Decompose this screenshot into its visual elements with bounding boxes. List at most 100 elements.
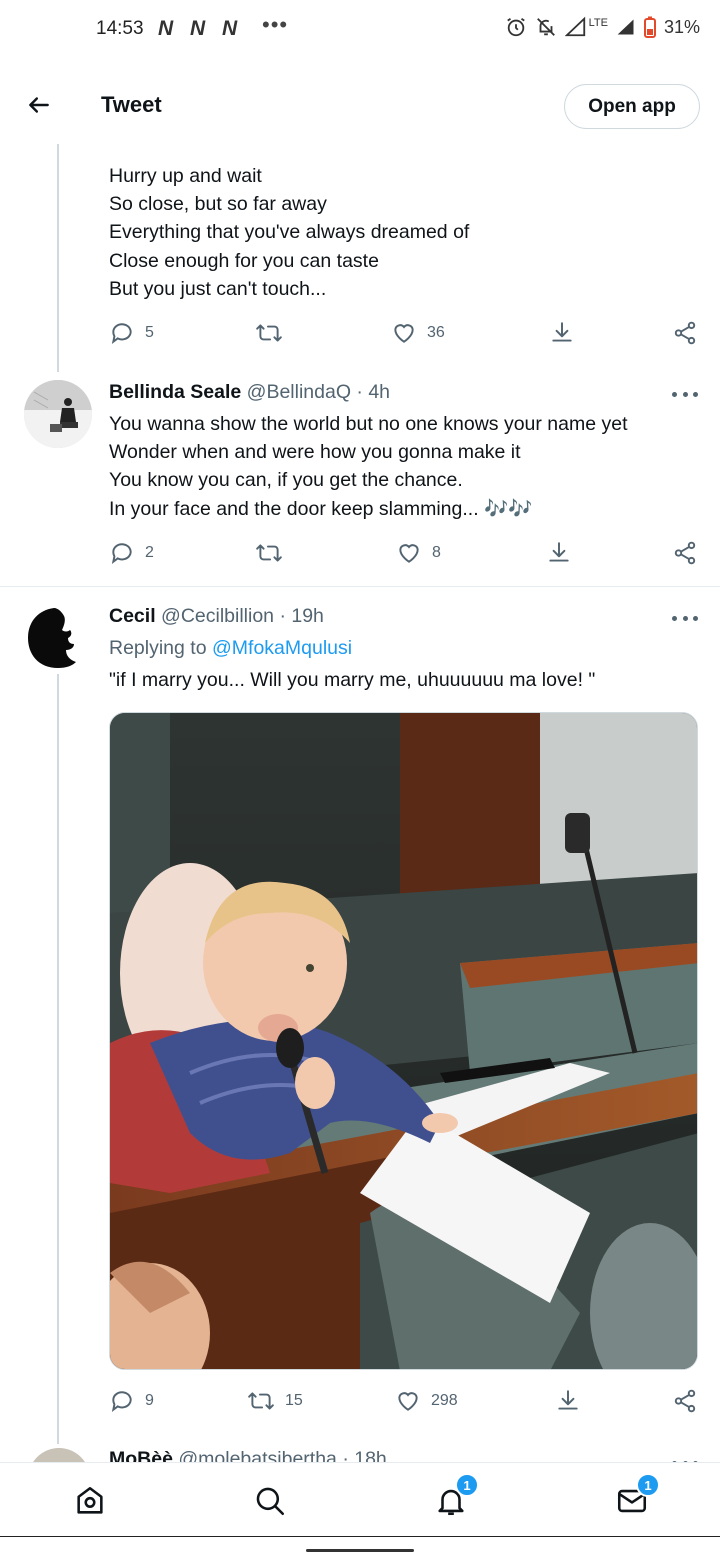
signal-icon (564, 16, 585, 37)
reply-button[interactable]: 2 (109, 540, 154, 566)
reply-button[interactable]: 9 (109, 1388, 154, 1414)
tweet-text: "if I marry you... Will you marry me, uh… (109, 666, 595, 694)
home-indicator[interactable] (306, 1549, 414, 1552)
open-app-button[interactable]: Open app (564, 84, 700, 129)
tweet-text-line: So close, but so far away (109, 193, 327, 216)
tweet-photo[interactable] (109, 712, 698, 1370)
more-dot (672, 615, 677, 621)
home-icon (77, 1486, 103, 1514)
more-dot (682, 391, 688, 397)
page-title: Tweet (101, 92, 162, 117)
tweet-text-line: You know you can, if you get the chance. (109, 469, 463, 492)
mute-icon (536, 18, 555, 36)
author-handle[interactable]: @molebatsibertha · 18h (178, 1448, 386, 1462)
share-menu-button[interactable] (672, 320, 698, 346)
like-button[interactable]: 298 (395, 1388, 458, 1414)
notifications-badge: 1 (455, 1473, 479, 1497)
share-button[interactable] (546, 540, 572, 566)
alarm-icon (506, 17, 525, 37)
notification-n-icon: N (158, 17, 173, 40)
more-options-button[interactable] (672, 389, 698, 399)
thread-line (57, 144, 59, 372)
retweet-icon (256, 324, 282, 342)
nav-search[interactable] (250, 1481, 290, 1521)
notification-n-icon: N (222, 17, 237, 40)
status-bar: 14:53 N N N ••• LTE 31% (0, 0, 720, 60)
music-notes-emoji: 🎶🎶 (484, 497, 533, 520)
reply-count: 2 (145, 544, 154, 561)
more-dot (682, 615, 688, 621)
like-count: 8 (432, 544, 441, 561)
retweet-button[interactable]: 15 (247, 1388, 303, 1414)
more-options-button[interactable] (672, 613, 698, 623)
reply-icon (111, 323, 132, 344)
author-name[interactable]: Bellinda Seale (109, 381, 241, 403)
share-icon (674, 321, 696, 345)
author-handle[interactable]: @BellindaQ · 4h (247, 381, 390, 403)
share-menu-button[interactable] (672, 540, 698, 566)
like-button[interactable]: 36 (391, 320, 445, 346)
nav-home[interactable] (70, 1481, 110, 1521)
tweet-text-line: "if I marry you... Will you marry me, uh… (109, 669, 596, 691)
nav-messages[interactable]: 1 (612, 1473, 660, 1521)
thread-line (57, 674, 59, 1444)
share-button[interactable] (555, 1388, 581, 1414)
signal-icon-2 (617, 19, 634, 35)
tweet-text-line: In your face and the door keep slamming.… (109, 495, 628, 523)
network-type: LTE (588, 17, 608, 29)
avatar[interactable] (24, 380, 92, 448)
share-icon (674, 1389, 696, 1413)
reply-button[interactable]: 5 (109, 320, 154, 346)
system-nav-bar (0, 1536, 720, 1560)
tweet-meta: Bellinda Seale @BellindaQ · 4h (109, 381, 390, 404)
author-name[interactable]: MoBèè (109, 1448, 173, 1462)
more-dot (693, 391, 698, 397)
replying-to-mention[interactable]: @MfokaMqulusi (212, 637, 352, 659)
avatar[interactable] (24, 604, 92, 672)
author-name[interactable]: Cecil (109, 605, 156, 627)
retweet-icon (248, 1392, 274, 1410)
tweet-text-line: Everything that you've always dreamed of (109, 221, 470, 244)
tweet-text: You wanna show the world but no one know… (109, 410, 628, 523)
partial-tweet: MoBèè @molebatsibertha · 18h (0, 1440, 720, 1462)
tweet-text-line: Hurry up and wait (109, 165, 262, 187)
retweet-icon (256, 544, 282, 562)
tweet-actions: 5 36 (109, 320, 699, 350)
share-menu-button[interactable] (672, 1388, 698, 1414)
reply-icon (111, 1391, 132, 1412)
tweet-divider (0, 586, 720, 587)
reply-icon (111, 543, 132, 564)
like-count: 36 (427, 324, 445, 341)
back-button[interactable] (22, 88, 56, 122)
share-icon (674, 541, 696, 565)
tweet-text-line: But you just can't touch... (109, 277, 327, 300)
battery-icon (643, 16, 656, 38)
status-time: 14:53 (96, 18, 144, 39)
heart-icon (399, 544, 419, 563)
replying-to: Replying to @MfokaMqulusi (109, 637, 352, 660)
retweet-button[interactable] (255, 540, 293, 566)
retweet-button[interactable] (255, 320, 293, 346)
share-button[interactable] (549, 320, 575, 346)
messages-badge: 1 (636, 1473, 660, 1497)
share-download-icon (558, 1390, 578, 1410)
like-button[interactable]: 8 (396, 540, 441, 566)
heart-icon (398, 1392, 418, 1411)
tweet-actions: 2 8 (109, 540, 699, 570)
retweet-count: 15 (285, 1392, 303, 1409)
avatar[interactable] (28, 1448, 90, 1462)
tweet-text: Hurry up and wait So close, but so far a… (109, 162, 469, 303)
battery-percent: 31% (663, 16, 700, 37)
nav-notifications[interactable]: 1 (431, 1473, 479, 1521)
bottom-nav: 1 1 (0, 1462, 720, 1536)
back-arrow-icon (29, 97, 49, 113)
tweet-text-line: You wanna show the world but no one know… (109, 413, 628, 435)
author-handle[interactable]: @Cecilbillion · 19h (161, 605, 324, 627)
share-download-icon (552, 322, 572, 342)
more-notifications-icon: ••• (262, 12, 289, 37)
reply-count: 9 (145, 1392, 154, 1409)
notification-n-icon: N (190, 17, 205, 40)
status-icons: LTE 31% (505, 16, 700, 38)
heart-icon (394, 324, 414, 343)
tweet-actions: 9 15 298 (109, 1388, 699, 1418)
